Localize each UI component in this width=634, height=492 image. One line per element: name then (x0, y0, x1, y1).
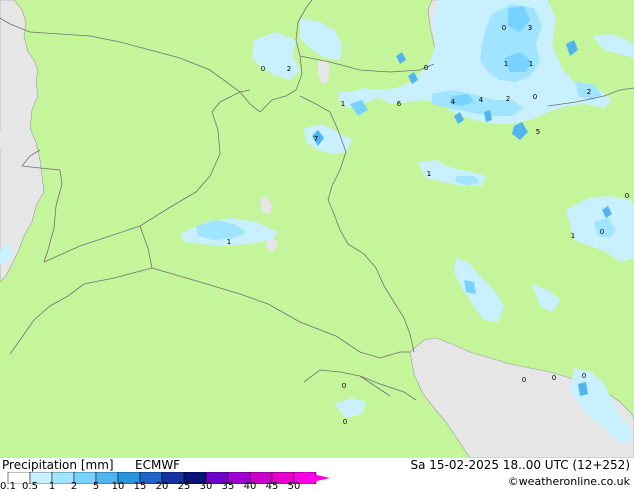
map-footer: Precipitation [mm] ECMWF Sa 15-02-2025 1… (0, 458, 634, 492)
legend-tick-label: 35 (221, 481, 235, 492)
legend-tick-label: 0.5 (22, 481, 38, 492)
legend-tick-label: 2 (70, 481, 78, 492)
precip-label: 1 (341, 100, 345, 108)
legend-tick-label: 10 (111, 481, 125, 492)
legend-tick-label: 40 (243, 481, 257, 492)
precip-label: 0 (502, 24, 506, 32)
precip-label: 7 (314, 135, 318, 143)
precip-label: 1 (227, 238, 231, 246)
map-title: Precipitation [mm] (2, 458, 114, 472)
legend-tick-label: 1 (48, 481, 56, 492)
legend-tick-label: 45 (265, 481, 279, 492)
precip-label: 0 (343, 418, 347, 426)
precip-label: 4 (451, 98, 456, 106)
legend-tick-label: 25 (177, 481, 191, 492)
valid-time: Sa 15-02-2025 18..00 UTC (12+252) (410, 458, 630, 472)
legend-tick-label: 20 (155, 481, 169, 492)
precip-label: 0 (625, 192, 629, 200)
precip-label: 1 (571, 232, 575, 240)
precip-label: 6 (397, 100, 402, 108)
precipitation-map: 0 2 1 6 0 1 1 3 0 4 4 2 0 2 5 7 1 1 1 0 … (0, 0, 634, 458)
precip-label: 0 (600, 228, 604, 236)
precip-label: 1 (504, 60, 508, 68)
legend-tick-label: 15 (133, 481, 147, 492)
precip-label: 4 (479, 96, 484, 104)
legend-tick-label: 50 (287, 481, 301, 492)
precip-label: 0 (342, 382, 346, 390)
precip-label: 1 (529, 60, 533, 68)
legend-tick-label: 0.1 (0, 481, 16, 492)
model-name: ECMWF (135, 458, 181, 472)
precip-label: 2 (587, 88, 591, 96)
precip-label: 0 (261, 65, 265, 73)
precip-label: 0 (424, 64, 428, 72)
precip-label: 0 (522, 376, 526, 384)
precip-label: 3 (528, 24, 532, 32)
legend-tick-label: 5 (92, 481, 100, 492)
precip-label: 2 (506, 95, 510, 103)
precip-label: 5 (536, 128, 540, 136)
precip-label: 2 (287, 65, 291, 73)
precip-label: 0 (552, 374, 556, 382)
precip-label: 0 (533, 93, 537, 101)
legend-tick-label: 30 (199, 481, 213, 492)
credit-link[interactable]: ©weatheronline.co.uk (508, 475, 630, 488)
precip-label: 1 (427, 170, 431, 178)
legend-arrow (304, 472, 330, 484)
precip-label: 0 (582, 372, 586, 380)
